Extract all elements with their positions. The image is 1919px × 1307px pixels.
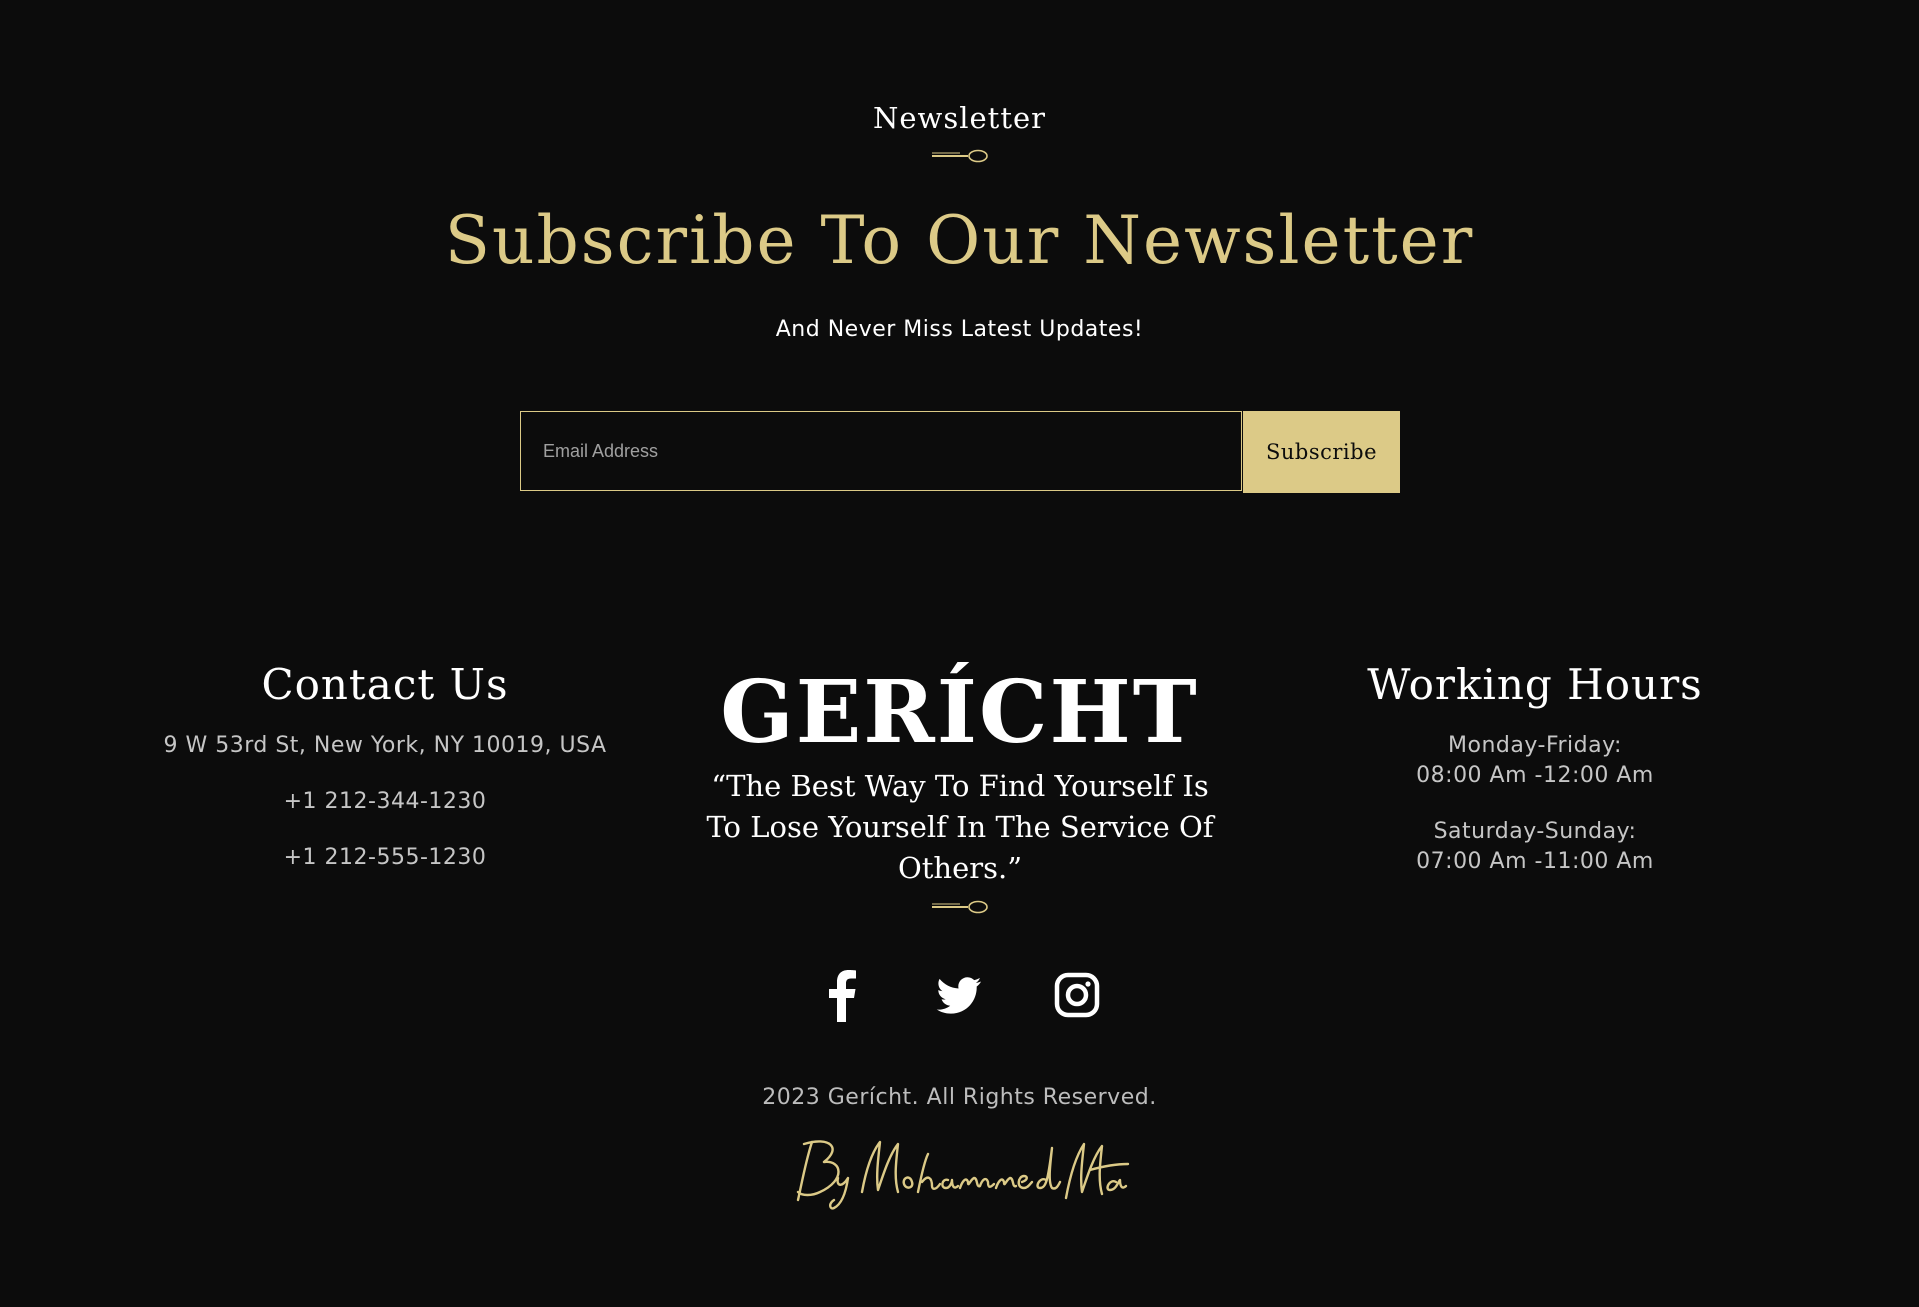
instagram-icon[interactable] [1053, 968, 1101, 1022]
contact-phone-1: +1 212-344-1230 [283, 789, 487, 814]
twitter-icon[interactable] [936, 968, 984, 1022]
newsletter-headline: Subscribe To Our Newsletter [444, 202, 1475, 279]
weekend-time: 07:00 Am -11:00 Am [1416, 849, 1654, 874]
email-input[interactable] [520, 411, 1242, 491]
spoon-divider-icon [932, 149, 988, 163]
subscribe-button[interactable]: Subscribe [1243, 411, 1400, 493]
newsletter-eyebrow: Newsletter [872, 101, 1046, 135]
spoon-divider-icon [932, 900, 988, 914]
newsletter-subline: And Never Miss Latest Updates! [775, 317, 1144, 342]
signature-image [796, 1140, 1130, 1210]
working-hours-section: Working Hours Monday-Friday: 08:00 Am -1… [1245, 660, 1825, 877]
contact-phone-2: +1 212-555-1230 [283, 845, 487, 870]
brand-quote: “The Best Way To Find Yourself Is To Los… [706, 769, 1214, 885]
weekday-time: 08:00 Am -12:00 Am [1416, 763, 1654, 788]
copyright-text: 2023 Gerícht. All Rights Reserved. [762, 1085, 1157, 1110]
social-links [0, 968, 1919, 1022]
facebook-icon[interactable] [818, 968, 866, 1022]
working-hours-title: Working Hours [1367, 660, 1703, 709]
weekday-label: Monday-Friday: [1448, 733, 1622, 758]
weekend-label: Saturday-Sunday: [1433, 819, 1637, 844]
